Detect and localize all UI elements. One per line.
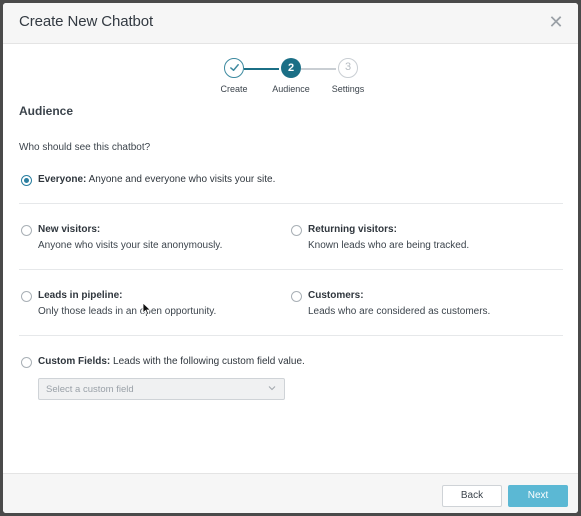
custom-field-select-placeholder: Select a custom field (46, 384, 134, 395)
modal-header: Create New Chatbot ✕ (3, 3, 578, 44)
option-returning-visitors-desc: Known leads who are being tracked. (308, 240, 470, 251)
radio-custom-fields[interactable] (21, 357, 32, 368)
radio-returning-visitors[interactable] (291, 225, 302, 236)
option-everyone-desc: Anyone and everyone who visits your site… (88, 174, 276, 185)
audience-question: Who should see this chatbot? (19, 142, 151, 153)
option-leads-in-pipeline-title: Leads in pipeline: (38, 290, 123, 301)
option-customers-title: Customers: (308, 290, 364, 301)
wizard-stepper: Create 2 Audience 3 Settings (3, 58, 578, 106)
step-settings-circle: 3 (338, 58, 358, 78)
custom-field-select[interactable]: Select a custom field (38, 378, 285, 400)
radio-leads-in-pipeline[interactable] (21, 291, 32, 302)
divider (19, 335, 563, 336)
mouse-pointer-icon (142, 302, 152, 316)
next-button[interactable]: Next (508, 485, 568, 507)
option-returning-visitors-title: Returning visitors: (308, 224, 397, 235)
divider (19, 269, 563, 270)
step-settings[interactable]: 3 Settings (313, 58, 383, 94)
radio-everyone[interactable] (21, 175, 32, 186)
modal-title: Create New Chatbot (19, 13, 154, 30)
option-custom-fields-title: Custom Fields: (38, 356, 111, 367)
option-customers-desc: Leads who are considered as customers. (308, 306, 491, 317)
radio-customers[interactable] (291, 291, 302, 302)
option-new-visitors-title: New visitors: (38, 224, 101, 235)
check-icon (229, 64, 239, 71)
option-custom-fields-desc: Leads with the following custom field va… (113, 356, 305, 367)
step-audience-circle: 2 (281, 58, 301, 78)
step-create-circle (224, 58, 244, 78)
back-button[interactable]: Back (442, 485, 502, 507)
option-everyone-text: Everyone: Anyone and everyone who visits… (38, 174, 275, 185)
radio-new-visitors[interactable] (21, 225, 32, 236)
option-custom-fields-text: Custom Fields: Leads with the following … (38, 356, 305, 367)
step-settings-label: Settings (331, 84, 365, 94)
create-chatbot-modal: Create New Chatbot ✕ Create 2 Audience 3… (3, 3, 578, 513)
close-icon[interactable]: ✕ (546, 12, 566, 32)
section-title: Audience (19, 104, 74, 118)
option-new-visitors-desc: Anyone who visits your site anonymously. (38, 240, 223, 251)
divider (19, 203, 563, 204)
chevron-down-icon (268, 386, 276, 391)
option-everyone-title: Everyone: (38, 174, 87, 185)
modal-footer: Back Next (3, 473, 578, 513)
option-leads-in-pipeline-desc: Only those leads in an open opportunity. (38, 306, 217, 317)
